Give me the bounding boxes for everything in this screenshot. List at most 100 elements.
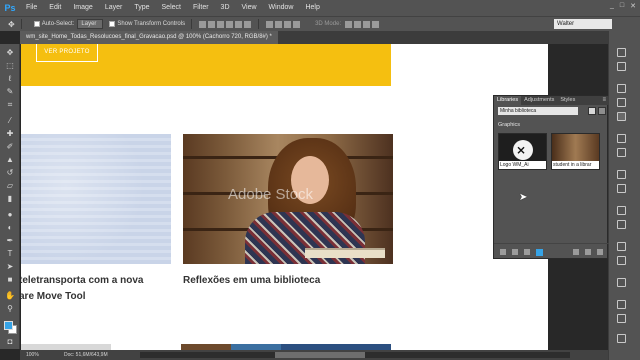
menu-filter[interactable]: Filter	[187, 0, 215, 16]
dodge-icon[interactable]: ◐	[5, 223, 15, 233]
tab-styles[interactable]: Styles	[557, 96, 578, 105]
clone-stamp-icon[interactable]: ▲	[5, 155, 15, 165]
add-graphic-icon[interactable]	[500, 249, 506, 255]
add-layer-style-icon[interactable]	[524, 249, 530, 255]
move-tool-preset-icon[interactable]: ✥	[8, 20, 15, 29]
grid-view-icon[interactable]	[588, 107, 596, 115]
quick-mask-icon[interactable]: ◘	[5, 337, 15, 347]
color-icon[interactable]	[617, 220, 626, 229]
document-tab[interactable]: wm_site_Home_Todas_Resolucoes_final_Grav…	[20, 31, 278, 44]
zoom-icon[interactable]: ⚲	[5, 304, 15, 314]
align-middle-icon[interactable]	[208, 20, 216, 28]
info-icon[interactable]	[617, 314, 626, 323]
align-top-icon[interactable]	[199, 20, 207, 28]
brush-icon[interactable]: ✐	[5, 142, 15, 152]
gradient-icon[interactable]: ▮	[5, 194, 15, 204]
crop-icon[interactable]: ⌗	[5, 100, 15, 110]
close-button[interactable]: ✕	[630, 2, 636, 10]
menu-type[interactable]: Type	[128, 0, 155, 16]
navigator-icon[interactable]	[617, 300, 626, 309]
hero-banner: VER PROJETO	[21, 44, 391, 86]
show-transform-checkbox[interactable]	[109, 21, 116, 27]
document-canvas[interactable]: VER PROJETO Adobe Stock teletransporta c…	[21, 44, 548, 350]
add-color-icon[interactable]	[536, 249, 543, 256]
distribute-icon[interactable]	[266, 20, 274, 28]
actions-icon[interactable]	[617, 62, 626, 71]
tab-libraries[interactable]: Libraries	[494, 96, 522, 105]
styles-icon[interactable]	[617, 278, 626, 287]
library-item-logo[interactable]: ⨯ Logo WM_Ai	[498, 133, 547, 170]
libraries-panel: Libraries Adjustments Styles ≡ Minha bib…	[493, 95, 609, 259]
pen-icon[interactable]: ✒	[5, 236, 15, 246]
swatches-icon[interactable]	[617, 206, 626, 215]
menu-view[interactable]: View	[236, 0, 263, 16]
library-item-label: Logo WM_Ai	[499, 161, 546, 169]
zoom-level[interactable]: 100%	[26, 350, 39, 360]
menu-help[interactable]: Help	[299, 0, 325, 16]
foreground-color-swatch[interactable]	[4, 321, 13, 330]
menu-window[interactable]: Window	[263, 0, 300, 16]
adobe-stock-icon[interactable]	[573, 249, 579, 255]
blur-icon[interactable]: ●	[5, 210, 15, 220]
window-controls: _ □ ✕	[610, 2, 636, 10]
roll-3d-icon[interactable]	[354, 20, 362, 28]
distribute-icon[interactable]	[275, 20, 283, 28]
panel-menu-icon[interactable]: ≡	[602, 96, 606, 105]
history-brush-icon[interactable]: ↺	[5, 168, 15, 178]
scrollbar-thumb[interactable]	[275, 352, 365, 358]
paths-icon[interactable]	[617, 134, 626, 143]
slide-3d-icon[interactable]	[372, 20, 380, 28]
move-icon[interactable]: ✥	[5, 48, 15, 58]
quick-select-icon[interactable]: ✎	[5, 87, 15, 97]
libraries-panel-tabs: Libraries Adjustments Styles ≡	[494, 96, 609, 105]
timeline-icon[interactable]	[617, 334, 626, 343]
marquee-icon[interactable]: ⬚	[5, 61, 15, 71]
auto-select-checkbox[interactable]	[33, 21, 40, 27]
document-tab-bar: wm_site_Home_Todas_Resolucoes_final_Grav…	[20, 31, 608, 44]
sync-icon[interactable]	[585, 249, 591, 255]
align-left-icon[interactable]	[226, 20, 234, 28]
distribute-icon[interactable]	[284, 20, 292, 28]
character-icon[interactable]	[617, 170, 626, 179]
library-item-student[interactable]: student in a librar	[551, 133, 600, 170]
lasso-icon[interactable]: ℓ	[5, 74, 15, 84]
delete-icon[interactable]	[597, 249, 603, 255]
hand-icon[interactable]: ✋	[5, 291, 15, 301]
properties-icon[interactable]	[617, 148, 626, 157]
menu-select[interactable]: Select	[156, 0, 187, 16]
path-select-icon[interactable]: ➤	[5, 262, 15, 272]
maximize-button[interactable]: □	[620, 2, 624, 10]
add-character-style-icon[interactable]	[512, 249, 518, 255]
eraser-icon[interactable]: ▱	[5, 181, 15, 191]
menu-3d[interactable]: 3D	[215, 0, 236, 16]
menu-file[interactable]: File	[20, 0, 43, 16]
minimize-button[interactable]: _	[610, 2, 614, 10]
pan-3d-icon[interactable]	[363, 20, 371, 28]
align-center-icon[interactable]	[235, 20, 243, 28]
horizontal-scrollbar[interactable]	[140, 352, 570, 358]
menu-layer[interactable]: Layer	[99, 0, 129, 16]
layers-icon[interactable]	[617, 84, 626, 93]
tab-adjustments[interactable]: Adjustments	[521, 96, 557, 105]
history-icon[interactable]	[617, 48, 626, 57]
library-dropdown[interactable]: Minha biblioteca	[498, 107, 578, 115]
align-right-icon[interactable]	[244, 20, 252, 28]
orbit-3d-icon[interactable]	[345, 20, 353, 28]
paragraph-icon[interactable]	[617, 184, 626, 193]
auto-select-dropdown[interactable]: Layer	[77, 19, 104, 29]
menu-edit[interactable]: Edit	[43, 0, 67, 16]
adjustments-icon[interactable]	[617, 256, 626, 265]
photoshop-logo: Ps	[4, 3, 16, 13]
list-view-icon[interactable]	[598, 107, 606, 115]
channels-icon[interactable]	[617, 98, 626, 107]
menu-image[interactable]: Image	[67, 0, 98, 16]
workspace-switcher[interactable]: Walter	[554, 19, 612, 29]
libraries-icon[interactable]	[617, 112, 626, 121]
shape-icon[interactable]: ■	[5, 275, 15, 285]
healing-icon[interactable]: ✚	[5, 129, 15, 139]
distribute-icon[interactable]	[293, 20, 301, 28]
brush-presets-icon[interactable]	[617, 242, 626, 251]
eyedropper-icon[interactable]: ⁄	[5, 116, 15, 126]
align-bottom-icon[interactable]	[217, 20, 225, 28]
type-icon[interactable]: T	[5, 249, 15, 259]
